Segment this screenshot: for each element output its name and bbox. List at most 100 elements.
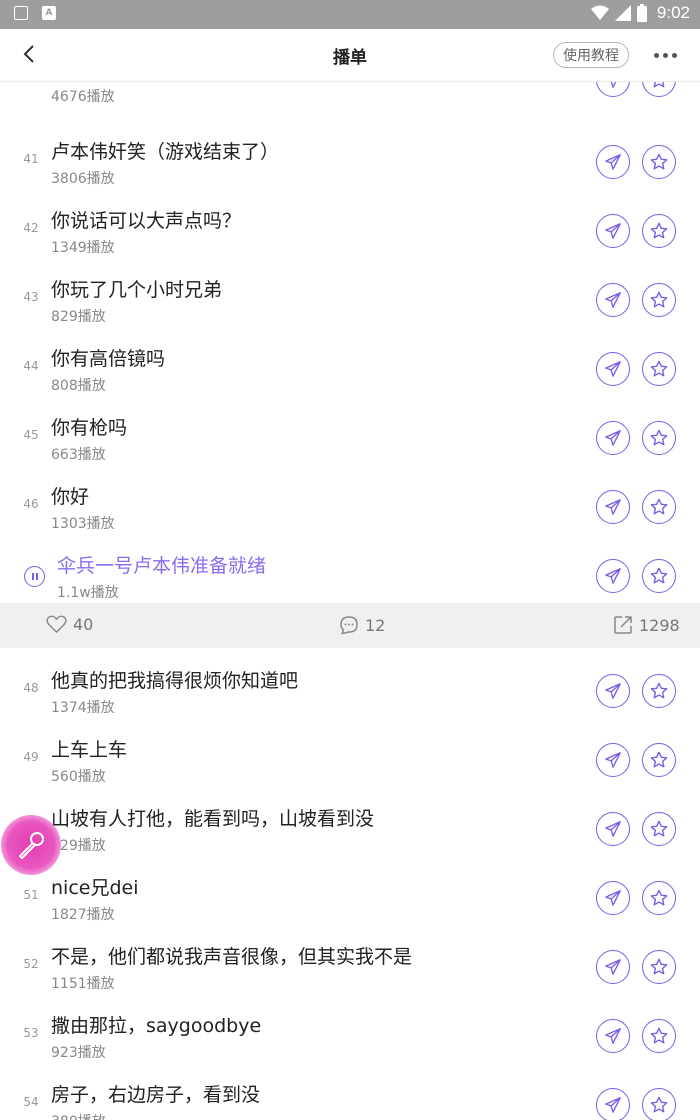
- track-row[interactable]: 46 你好 1303播放: [0, 465, 700, 534]
- track-row[interactable]: 41 卢本伟奸笑（游戏结束了） 3806播放: [0, 120, 700, 189]
- status-bar: A 9:02: [0, 0, 700, 29]
- playing-track-row[interactable]: 伞兵一号卢本伟准备就绪 1.1w播放: [0, 534, 700, 603]
- send-icon[interactable]: [596, 1088, 630, 1120]
- send-icon[interactable]: [596, 743, 630, 777]
- send-icon[interactable]: [596, 559, 630, 593]
- track-index: 54: [23, 1095, 39, 1109]
- track-row[interactable]: 54 房子，右边房子，看到没 380播放: [0, 1063, 700, 1120]
- track-index: 48: [23, 681, 39, 695]
- track-index: 42: [23, 221, 39, 235]
- track-name: 伞兵一号卢本伟准备就绪: [57, 555, 267, 577]
- track-plays: 1303播放: [51, 516, 115, 532]
- tutorial-button[interactable]: 使用教程: [553, 42, 629, 68]
- star-icon[interactable]: [642, 1088, 676, 1120]
- track-name: 你玩了几个小时兄弟: [51, 279, 223, 301]
- star-icon[interactable]: [642, 812, 676, 846]
- share-icon: [614, 616, 632, 634]
- send-icon[interactable]: [596, 145, 630, 179]
- track-row[interactable]: 45 你有枪吗 663播放: [0, 396, 700, 465]
- track-name: 撒由那拉，saygoodbye: [51, 1015, 262, 1037]
- track-name: 他真的把我搞得很烦你知道吧: [51, 670, 299, 692]
- send-icon[interactable]: [596, 490, 630, 524]
- send-icon[interactable]: [596, 674, 630, 708]
- send-icon[interactable]: [596, 881, 630, 915]
- track-plays: 3806播放: [51, 171, 115, 187]
- track-row[interactable]: 49 上车上车 560播放: [0, 718, 700, 787]
- star-icon[interactable]: [642, 421, 676, 455]
- track-plays: 1151播放: [51, 976, 115, 992]
- star-icon[interactable]: [642, 145, 676, 179]
- star-icon[interactable]: [642, 950, 676, 984]
- comment-icon: [340, 616, 358, 635]
- track-index: 46: [23, 497, 39, 511]
- pause-icon[interactable]: [24, 566, 45, 587]
- heart-icon: [46, 615, 67, 633]
- track-row[interactable]: 52 不是，他们都说我声音很像，但其实我不是 1151播放: [0, 925, 700, 994]
- track-name: 山坡有人打他，能看到吗，山坡看到没: [51, 808, 375, 830]
- wifi-icon: [590, 5, 609, 20]
- track-row[interactable]: 53 撒由那拉，saygoodbye 923播放: [0, 994, 700, 1063]
- share-button[interactable]: 1298: [613, 615, 680, 635]
- track-index: 51: [23, 888, 39, 902]
- text-notification-icon: A: [42, 6, 56, 20]
- track-index: 45: [23, 428, 39, 442]
- star-icon[interactable]: [642, 743, 676, 777]
- send-icon[interactable]: [596, 950, 630, 984]
- star-icon[interactable]: [642, 1019, 676, 1053]
- star-icon[interactable]: [642, 559, 676, 593]
- track-index: 40: [18, 82, 44, 84]
- star-icon[interactable]: [642, 674, 676, 708]
- comment-button[interactable]: 12: [339, 615, 385, 635]
- track-name: 上车上车: [51, 739, 128, 761]
- track-name: 你说话可以大声点吗？: [51, 210, 242, 232]
- track-plays: 4676播放: [51, 89, 115, 105]
- star-icon[interactable]: [642, 490, 676, 524]
- track-index: 53: [23, 1026, 39, 1040]
- track-row[interactable]: 40 4676播放: [0, 82, 700, 107]
- track-name: nice兄dei: [51, 877, 139, 899]
- track-row[interactable]: 51 nice兄dei 1827播放: [0, 856, 700, 925]
- track-row[interactable]: 44 你有高倍镜吗 808播放: [0, 327, 700, 396]
- track-plays: 923播放: [51, 1045, 106, 1061]
- track-row[interactable]: 43 你玩了几个小时兄弟 829播放: [0, 258, 700, 327]
- send-icon[interactable]: [596, 82, 630, 97]
- send-icon[interactable]: [596, 352, 630, 386]
- track-index: 52: [23, 957, 39, 971]
- track-plays: 1827播放: [51, 907, 115, 923]
- track-row[interactable]: 50 山坡有人打他，能看到吗，山坡看到没 629播放: [0, 787, 700, 856]
- track-name: 不是，他们都说我声音很像，但其实我不是: [51, 946, 413, 968]
- send-icon[interactable]: [596, 283, 630, 317]
- stats-bar: 40 12 1298: [0, 603, 700, 648]
- like-button[interactable]: 40: [46, 615, 93, 634]
- star-icon[interactable]: [642, 82, 676, 97]
- send-icon[interactable]: [596, 1019, 630, 1053]
- more-icon[interactable]: [654, 53, 677, 58]
- track-name: 卢本伟奸笑（游戏结束了）: [51, 141, 280, 163]
- track-plays: 380播放: [51, 1111, 106, 1120]
- track-plays: 808播放: [51, 378, 106, 394]
- track-plays: 1.1w播放: [57, 585, 119, 601]
- track-row[interactable]: 48 他真的把我搞得很烦你知道吧 1374播放: [0, 649, 700, 718]
- track-index: 49: [23, 750, 39, 764]
- send-icon[interactable]: [596, 812, 630, 846]
- star-icon[interactable]: [642, 214, 676, 248]
- track-plays: 1374播放: [51, 700, 115, 716]
- share-count: 1298: [639, 615, 680, 635]
- track-name: 房子，右边房子，看到没: [51, 1084, 261, 1106]
- send-icon[interactable]: [596, 421, 630, 455]
- track-row[interactable]: 42 你说话可以大声点吗？ 1349播放: [0, 189, 700, 258]
- microphone-icon: [19, 832, 44, 859]
- send-icon[interactable]: [596, 214, 630, 248]
- track-name: 你好: [51, 486, 90, 508]
- floating-mic-button[interactable]: [1, 815, 61, 875]
- battery-icon: [636, 4, 647, 22]
- track-plays: 560播放: [51, 769, 106, 785]
- playlist: 40 4676播放 41 卢本伟奸笑（游戏结束了） 3806播放 42 你说话可…: [0, 82, 700, 1120]
- signal-icon: [614, 5, 631, 21]
- track-plays: 1349播放: [51, 240, 115, 256]
- star-icon[interactable]: [642, 881, 676, 915]
- star-icon[interactable]: [642, 283, 676, 317]
- star-icon[interactable]: [642, 352, 676, 386]
- like-count: 40: [73, 615, 94, 634]
- track-index: 41: [23, 152, 39, 166]
